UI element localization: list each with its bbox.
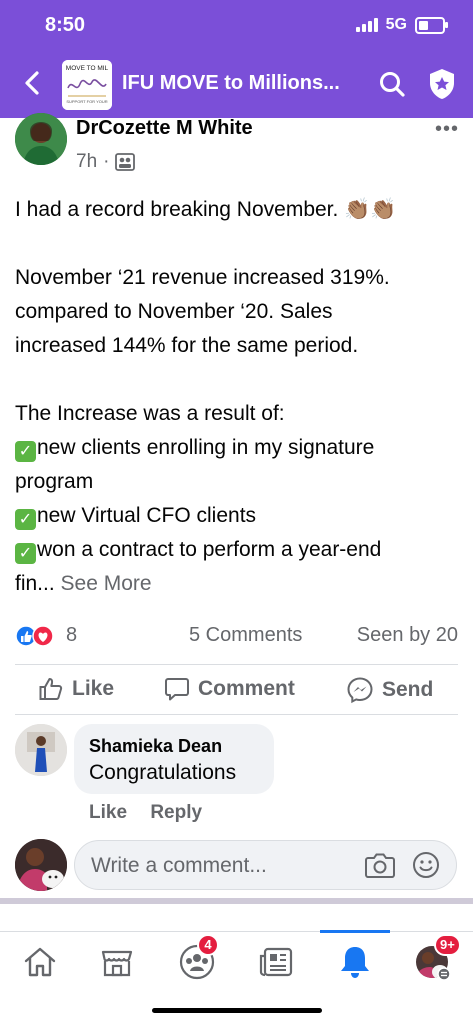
group-title[interactable]: IFU MOVE to Millions... xyxy=(122,72,340,95)
post-body: I had a record breaking November. 👏🏽👏🏽 N… xyxy=(15,193,465,601)
check-mark-icon: ✓ xyxy=(15,543,36,564)
news-feed-icon[interactable] xyxy=(257,942,297,982)
battery-icon xyxy=(415,16,448,34)
author-photo xyxy=(15,113,67,165)
bottom-tab-bar: 4 9+ xyxy=(0,930,473,992)
post-author-name[interactable]: DrCozette M White xyxy=(76,117,253,140)
post-line: November ‘21 revenue increased 319%. xyxy=(15,266,390,289)
profile-badge: 9+ xyxy=(434,934,461,956)
post-line: The Increase was a result of: xyxy=(15,402,285,425)
current-user-avatar xyxy=(15,839,67,891)
post-line: ✓ new Virtual CFO clients xyxy=(15,499,465,533)
post-line: I had a record breaking November. 👏🏽👏🏽 xyxy=(15,198,397,221)
comment-bubble-icon xyxy=(165,678,189,701)
section-divider xyxy=(0,898,473,904)
group-audience-icon xyxy=(115,153,136,171)
commenter-name[interactable]: Shamieka Dean xyxy=(89,736,222,757)
send-button[interactable]: Send xyxy=(346,676,433,704)
shield-star-icon[interactable] xyxy=(428,68,456,100)
groups-badge: 4 xyxy=(197,934,219,956)
send-label: Send xyxy=(382,678,434,701)
comment-reply-link[interactable]: Reply xyxy=(150,802,202,823)
comment-button[interactable]: Comment xyxy=(164,676,295,702)
status-time: 8:50 xyxy=(45,14,86,36)
post-line: program xyxy=(15,470,94,493)
comment-label: Comment xyxy=(198,677,295,700)
divider xyxy=(15,664,458,665)
active-tab-indicator xyxy=(320,930,390,933)
comment-input-placeholder: Write a comment... xyxy=(91,854,267,877)
comment-actions: Like Reply xyxy=(89,802,220,824)
post-line: ✓ new clients enrolling in my signature xyxy=(15,431,465,465)
emoji-icon[interactable] xyxy=(412,851,440,879)
post-line: compared to November ‘20. Sales xyxy=(15,300,333,323)
current-user-photo xyxy=(15,839,67,891)
home-icon[interactable] xyxy=(20,942,60,982)
comments-count[interactable]: 5 Comments xyxy=(189,624,302,647)
check-mark-icon: ✓ xyxy=(15,509,36,530)
app-header: 8:50 5G MOVE TO MIL SUPPORT FOR YOUR IFU… xyxy=(0,0,473,118)
divider xyxy=(15,714,458,715)
post-line: increased 144% for the same period. xyxy=(15,334,359,357)
author-avatar[interactable] xyxy=(15,113,67,165)
svg-text:MOVE TO MIL: MOVE TO MIL xyxy=(66,65,109,72)
meta-separator: · xyxy=(103,151,110,172)
group-logo-image: MOVE TO MIL SUPPORT FOR YOUR xyxy=(62,60,112,110)
group-logo[interactable]: MOVE TO MIL SUPPORT FOR YOUR xyxy=(62,60,112,110)
messenger-icon xyxy=(347,677,373,704)
commenter-avatar[interactable] xyxy=(15,724,67,776)
camera-icon[interactable] xyxy=(364,850,396,880)
comment-text: Congratulations xyxy=(89,761,237,784)
see-more-link[interactable]: See More xyxy=(61,572,152,595)
signal-icon xyxy=(355,18,378,32)
commenter-photo xyxy=(15,724,67,776)
reaction-count[interactable]: 8 xyxy=(66,624,77,647)
like-button[interactable]: Like xyxy=(38,676,114,702)
like-label: Like xyxy=(72,677,115,700)
like-love-reaction-icons[interactable] xyxy=(15,625,55,647)
home-indicator xyxy=(152,1008,322,1013)
more-options-icon[interactable]: ••• xyxy=(435,118,459,141)
post-line: ✓ won a contract to perform a year-end xyxy=(15,533,465,567)
check-mark-icon: ✓ xyxy=(15,441,36,462)
svg-text:SUPPORT FOR YOUR: SUPPORT FOR YOUR xyxy=(66,99,107,104)
groups-tab[interactable]: 4 xyxy=(177,934,219,982)
comment-input[interactable]: Write a comment... xyxy=(74,840,457,890)
back-arrow-icon[interactable] xyxy=(18,68,48,98)
thumbs-up-icon xyxy=(39,678,63,700)
network-type: 5G xyxy=(385,16,407,33)
notifications-bell-icon[interactable] xyxy=(335,942,375,982)
post-time[interactable]: 7h xyxy=(76,151,97,173)
post-meta: 7h · xyxy=(76,151,136,173)
profile-menu-tab[interactable]: 9+ xyxy=(414,934,461,982)
status-indicators: 5G xyxy=(355,16,448,34)
comment-like-link[interactable]: Like xyxy=(89,802,127,823)
marketplace-icon[interactable] xyxy=(97,942,137,982)
post-actions: Like Comment Send xyxy=(0,672,473,712)
search-icon[interactable] xyxy=(378,70,406,98)
comment-bubble: Shamieka Dean Congratulations xyxy=(74,724,274,794)
reactions-summary: 8 5 Comments Seen by 20 xyxy=(15,620,458,652)
group-nav: MOVE TO MIL SUPPORT FOR YOUR IFU MOVE to… xyxy=(0,58,473,110)
seen-by-count[interactable]: Seen by 20 xyxy=(357,624,458,647)
post-line: fin... See More xyxy=(15,572,152,595)
